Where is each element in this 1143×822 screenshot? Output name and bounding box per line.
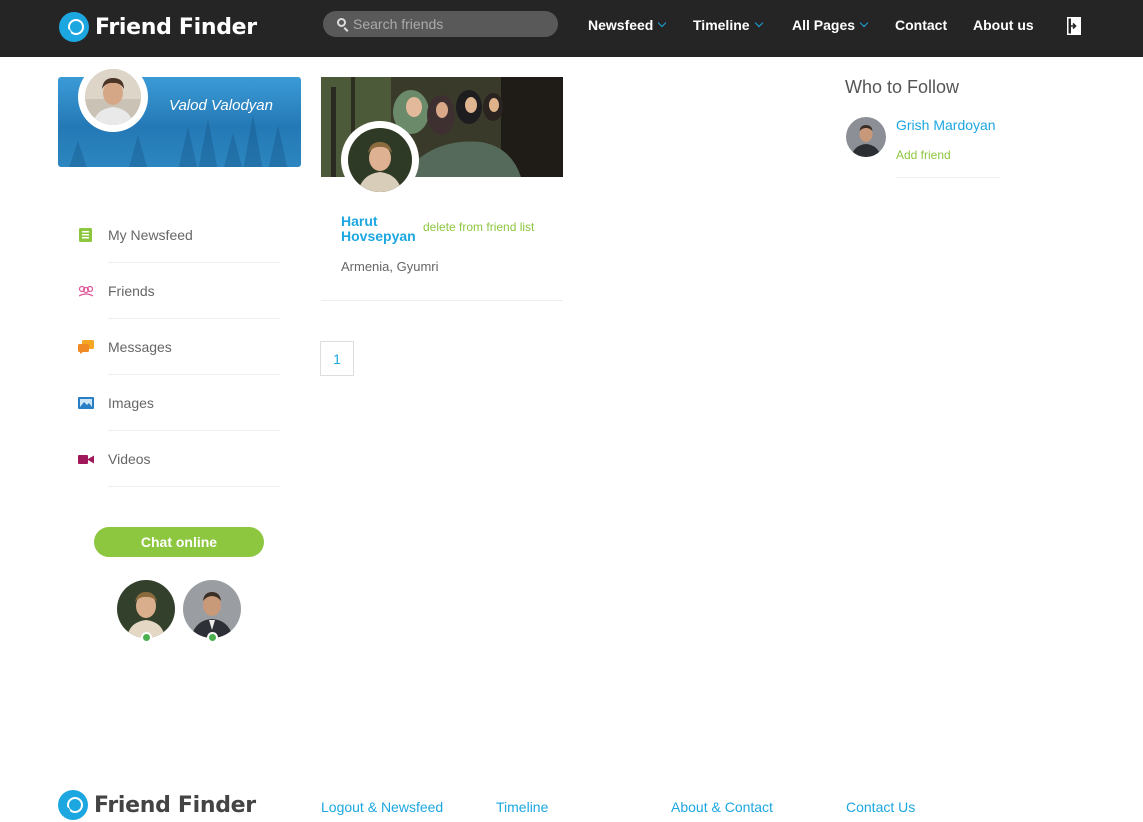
side-menu: My Newsfeed Friends Messages Images Vide… — [74, 207, 280, 487]
nav-all-pages[interactable]: All Pages — [792, 17, 869, 33]
friend-avatar[interactable] — [348, 128, 412, 192]
friend-card: Harut Hovsepyan delete from friend list … — [321, 77, 563, 301]
top-navbar: Friend Finder Newsfeed Timeline All Page… — [0, 0, 1143, 57]
friends-icon — [78, 285, 94, 297]
friend-location: Armenia, Gyumri — [341, 259, 439, 274]
nav-newsfeed-label: Newsfeed — [588, 17, 654, 33]
side-item-messages[interactable]: Messages — [74, 319, 280, 375]
side-item-label: Messages — [108, 339, 172, 355]
nav-all-pages-label: All Pages — [792, 17, 856, 33]
side-item-label: My Newsfeed — [108, 227, 193, 243]
side-item-label: Images — [108, 395, 154, 411]
side-item-images[interactable]: Images — [74, 375, 280, 431]
footer-link-contact-us[interactable]: Contact Us — [846, 799, 915, 815]
profile-name[interactable]: Valod Valodyan — [169, 97, 273, 114]
friend-name-link[interactable]: Harut Hovsepyan — [341, 214, 423, 244]
side-item-friends[interactable]: Friends — [74, 263, 280, 319]
messages-icon — [78, 340, 94, 354]
search-input[interactable] — [353, 11, 553, 37]
nav-timeline-label: Timeline — [693, 17, 750, 33]
footer-brand-name: Friend Finder — [94, 792, 256, 818]
suggested-friend-name[interactable]: Grish Mardoyan — [896, 117, 996, 133]
chevron-down-icon — [754, 18, 763, 28]
images-icon — [78, 397, 94, 409]
add-friend-link[interactable]: Add friend — [896, 148, 951, 162]
nav-about-us-label: About us — [973, 17, 1034, 33]
side-item-videos[interactable]: Videos — [74, 431, 280, 487]
search-icon — [337, 18, 346, 27]
divider — [321, 300, 563, 301]
search-box — [323, 11, 558, 37]
nav-contact[interactable]: Contact — [895, 17, 947, 33]
divider — [896, 177, 1000, 178]
logo-icon — [59, 12, 89, 42]
online-status-dot — [141, 632, 152, 643]
profile-avatar[interactable] — [85, 69, 141, 125]
pagination-page-1[interactable]: 1 — [320, 341, 354, 376]
side-item-newsfeed[interactable]: My Newsfeed — [74, 207, 280, 263]
newsfeed-icon — [79, 228, 92, 242]
footer-link-timeline[interactable]: Timeline — [496, 799, 548, 815]
brand-logo[interactable]: Friend Finder — [59, 12, 257, 42]
nav-timeline[interactable]: Timeline — [693, 17, 763, 33]
suggested-friend-avatar[interactable] — [846, 117, 886, 157]
delete-friend-link[interactable]: delete from friend list — [423, 220, 534, 234]
online-friend-avatar[interactable] — [183, 580, 241, 638]
chevron-down-icon — [859, 18, 869, 28]
chat-online-button[interactable]: Chat online — [94, 527, 264, 557]
logout-icon[interactable] — [1066, 16, 1082, 36]
logo-icon — [58, 790, 88, 820]
side-item-label: Friends — [108, 283, 155, 299]
online-status-dot — [207, 632, 218, 643]
nav-newsfeed[interactable]: Newsfeed — [588, 17, 667, 33]
footer-link-about-contact[interactable]: About & Contact — [671, 799, 773, 815]
video-camera-icon — [78, 455, 94, 464]
online-friend-avatar[interactable] — [117, 580, 175, 638]
profile-card: Valod Valodyan — [58, 62, 301, 167]
nav-about-us[interactable]: About us — [973, 17, 1034, 33]
brand-name: Friend Finder — [95, 14, 257, 40]
chevron-down-icon — [658, 18, 667, 28]
divider — [108, 486, 280, 487]
who-to-follow-title: Who to Follow — [845, 77, 960, 97]
side-item-label: Videos — [108, 451, 151, 467]
footer-link-logout-newsfeed[interactable]: Logout & Newsfeed — [321, 799, 443, 815]
footer-brand-logo[interactable]: Friend Finder — [58, 790, 256, 820]
nav-contact-label: Contact — [895, 17, 948, 33]
